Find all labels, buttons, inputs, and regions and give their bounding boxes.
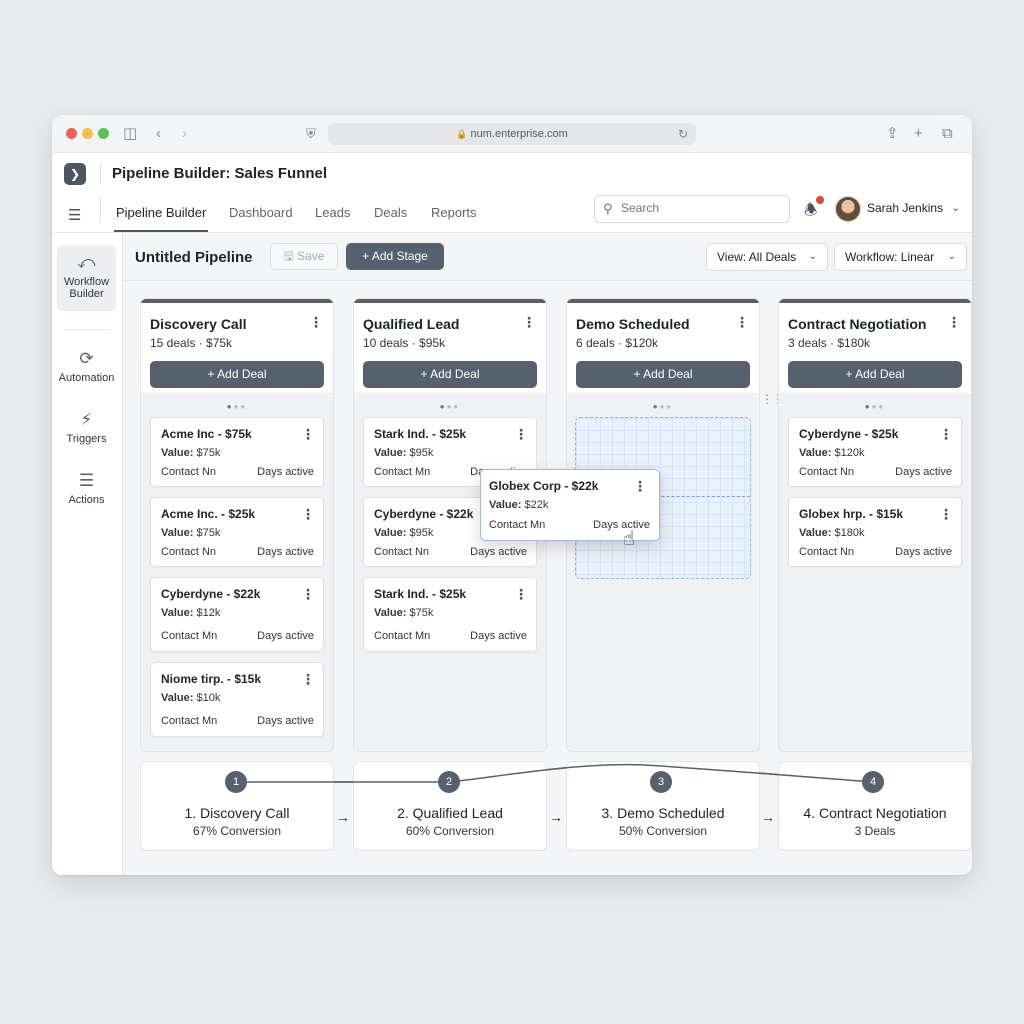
flow-step-number: 3 (650, 771, 672, 793)
arrow-right-icon: → (336, 809, 350, 825)
flow-step-number: 1 (225, 771, 247, 793)
browser-window: ◫ ‹ › ⛨ 🔒 num.enterprise.com ↻ ⇪ + ⧉ ❯ P… (52, 115, 972, 875)
arrow-right-icon: → (761, 809, 775, 825)
flow-step-number: 4 (862, 771, 884, 793)
flow-step-number: 2 (438, 771, 460, 793)
arrow-right-icon: → (549, 809, 563, 825)
